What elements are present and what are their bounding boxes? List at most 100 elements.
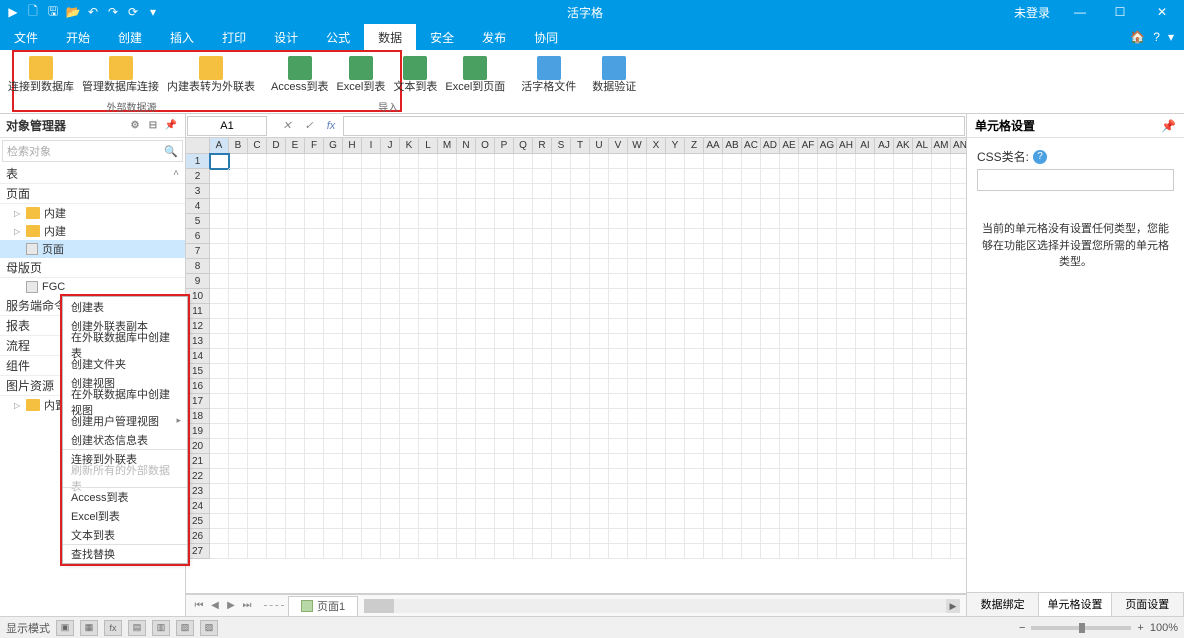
cell[interactable] [780, 319, 799, 334]
cell[interactable] [381, 289, 400, 304]
cell[interactable] [438, 274, 457, 289]
cell[interactable] [704, 529, 723, 544]
cell[interactable] [343, 439, 362, 454]
cell[interactable] [628, 304, 647, 319]
cell[interactable] [799, 484, 818, 499]
menu-tab-9[interactable]: 发布 [468, 24, 520, 50]
cell[interactable] [210, 289, 229, 304]
cell[interactable] [799, 514, 818, 529]
cell[interactable] [875, 334, 894, 349]
cell[interactable] [818, 334, 837, 349]
cell[interactable] [742, 199, 761, 214]
cell[interactable] [761, 439, 780, 454]
cell[interactable] [780, 394, 799, 409]
cell[interactable] [894, 529, 913, 544]
cell[interactable] [248, 379, 267, 394]
cell[interactable] [457, 259, 476, 274]
cell[interactable] [533, 169, 552, 184]
cell[interactable] [438, 394, 457, 409]
cell[interactable] [381, 184, 400, 199]
cell[interactable] [267, 349, 286, 364]
cell[interactable] [305, 454, 324, 469]
cell[interactable] [229, 424, 248, 439]
cell[interactable] [552, 274, 571, 289]
cell[interactable] [571, 424, 590, 439]
cell[interactable] [951, 499, 966, 514]
cell[interactable] [362, 394, 381, 409]
cell[interactable] [362, 154, 381, 169]
cell[interactable] [780, 364, 799, 379]
cell[interactable] [305, 289, 324, 304]
cell[interactable] [438, 409, 457, 424]
cell[interactable] [362, 304, 381, 319]
cell[interactable] [457, 229, 476, 244]
context-menu-item-5[interactable]: 在外联数据库中创建视图 [63, 392, 187, 411]
cell[interactable] [742, 244, 761, 259]
column-header[interactable]: AL [913, 138, 932, 154]
cell[interactable] [799, 214, 818, 229]
cell[interactable] [229, 169, 248, 184]
cell[interactable] [951, 319, 966, 334]
cell[interactable] [400, 409, 419, 424]
cell[interactable] [875, 499, 894, 514]
cell[interactable] [818, 439, 837, 454]
cell[interactable] [571, 364, 590, 379]
cell[interactable] [286, 514, 305, 529]
cell[interactable] [552, 244, 571, 259]
context-menu-item-6[interactable]: 创建用户管理视图▸ [63, 411, 187, 430]
cell[interactable] [495, 499, 514, 514]
cell[interactable] [419, 499, 438, 514]
cell[interactable] [913, 229, 932, 244]
cell[interactable] [438, 319, 457, 334]
cell[interactable] [343, 394, 362, 409]
cell[interactable] [685, 214, 704, 229]
cell[interactable] [419, 484, 438, 499]
context-menu-item-10[interactable]: Access到表 [63, 487, 187, 506]
cell[interactable] [457, 349, 476, 364]
cell[interactable] [666, 274, 685, 289]
cell[interactable] [476, 229, 495, 244]
cell[interactable] [609, 214, 628, 229]
cell[interactable] [932, 244, 951, 259]
cell[interactable] [362, 349, 381, 364]
cell[interactable] [324, 169, 343, 184]
cell[interactable] [286, 394, 305, 409]
cell[interactable] [343, 529, 362, 544]
cell[interactable] [248, 529, 267, 544]
cell[interactable] [609, 304, 628, 319]
cell[interactable] [666, 394, 685, 409]
cell[interactable] [381, 154, 400, 169]
menu-tab-0[interactable]: 文件 [0, 24, 52, 50]
cell[interactable] [419, 169, 438, 184]
cell[interactable] [324, 259, 343, 274]
cell[interactable] [875, 169, 894, 184]
cell[interactable] [476, 244, 495, 259]
cell[interactable] [286, 199, 305, 214]
cell[interactable] [590, 154, 609, 169]
cell[interactable] [780, 169, 799, 184]
cell[interactable] [723, 349, 742, 364]
cell[interactable] [913, 274, 932, 289]
cell[interactable] [951, 454, 966, 469]
cell[interactable] [666, 289, 685, 304]
cell[interactable] [647, 529, 666, 544]
cell[interactable] [723, 169, 742, 184]
cell[interactable] [267, 529, 286, 544]
cell[interactable] [476, 439, 495, 454]
cell[interactable] [267, 259, 286, 274]
cell[interactable] [457, 274, 476, 289]
cell[interactable] [932, 199, 951, 214]
sheet-nav-prev[interactable]: ◀ [208, 600, 222, 611]
accept-formula-icon[interactable]: ✓ [299, 116, 319, 136]
cell[interactable] [666, 319, 685, 334]
cell[interactable] [381, 439, 400, 454]
cell[interactable] [476, 259, 495, 274]
cell[interactable] [913, 244, 932, 259]
cell[interactable] [210, 424, 229, 439]
cell[interactable] [951, 544, 966, 559]
cell[interactable] [704, 514, 723, 529]
cell[interactable] [457, 469, 476, 484]
column-header[interactable]: I [362, 138, 381, 154]
cell[interactable] [229, 544, 248, 559]
cell[interactable] [666, 364, 685, 379]
